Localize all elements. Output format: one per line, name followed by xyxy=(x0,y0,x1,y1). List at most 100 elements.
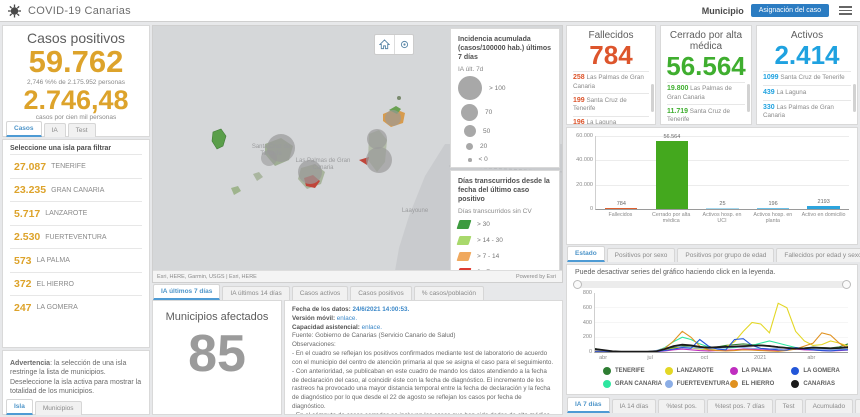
tab-lc-acumulado[interactable]: Acumulado xyxy=(805,399,854,413)
days-swatch-30 xyxy=(457,220,472,229)
incidence-legend-title: Incidencia acumulada (casos/100000 hab.)… xyxy=(458,35,552,62)
days-legend-subtitle: Días transcurridos sin CV xyxy=(458,208,552,215)
affected-municipalities-value: 85 xyxy=(153,323,281,385)
card-scrollbar[interactable] xyxy=(651,84,654,112)
bar-category-label: Fallecidos xyxy=(595,212,646,224)
app-logo-icon xyxy=(8,4,21,18)
tab-estado[interactable]: Estado xyxy=(567,246,605,262)
tab-casos-positivos[interactable]: Casos positivos xyxy=(350,286,412,300)
tab-isla[interactable]: Isla xyxy=(6,399,33,415)
assign-case-button[interactable]: Asignación del caso xyxy=(751,4,829,17)
slider-handle-left[interactable] xyxy=(573,280,582,289)
bar-value-label: 784 xyxy=(596,201,647,207)
incidence-line-chart-panel: Puede desactivar series del gráfico haci… xyxy=(566,264,858,395)
legend-circle-0 xyxy=(468,158,472,162)
powered-by-esri: Powered by Esri xyxy=(516,274,556,280)
legend-el-hierro[interactable]: EL HIERRO xyxy=(730,380,792,388)
legend-circle-70 xyxy=(461,104,478,121)
municipio-label: Municipio xyxy=(702,6,744,16)
line-chart-x-axis: abr jul oct 2021 abr xyxy=(594,355,848,363)
legend-tenerife[interactable]: TENERIFE xyxy=(603,367,665,375)
legend-fuerteventura[interactable]: FUERTEVENTURA xyxy=(665,380,730,388)
tab-ia[interactable]: IA xyxy=(44,123,66,137)
closed-title: Cerrado por alta médica xyxy=(661,30,751,52)
island-row-gran-canaria[interactable]: 23.235GRAN CANARIA xyxy=(10,178,142,202)
days-swatch-14-30 xyxy=(457,236,472,245)
page-title: COVID-19 Canarias xyxy=(28,5,131,17)
tab-fallecidos-edad-sexo[interactable]: Fallecidos por edad y sexo xyxy=(776,248,860,262)
island-row-el-hierro[interactable]: 372EL HIERRO xyxy=(10,272,142,296)
card-scrollbar[interactable] xyxy=(747,84,750,112)
legend-lanzarote[interactable]: LANZAROTE xyxy=(665,367,730,375)
active-item: 439 La Laguna xyxy=(763,85,851,100)
warning-panel: Advertencia: la selección de una isla re… xyxy=(2,350,150,415)
bar-1[interactable]: 56.564 xyxy=(647,136,698,209)
legend-la-palma[interactable]: LA PALMA xyxy=(730,367,792,375)
capacity-link[interactable]: enlace. xyxy=(362,324,382,331)
bar-value-label: 25 xyxy=(697,201,748,207)
menu-icon[interactable] xyxy=(839,6,852,15)
legend-gran-canaria[interactable]: GRAN CANARIA xyxy=(603,380,665,388)
map-locate-button[interactable] xyxy=(394,35,413,54)
legend-circle-50 xyxy=(464,125,476,137)
map-label-laayoune: Laayoune xyxy=(393,208,437,215)
active-card: Activos 2.414 1099 Santa Cruz de Tenerif… xyxy=(756,25,858,125)
island-row-la-palma[interactable]: 573LA PALMA xyxy=(10,248,142,272)
bar-4[interactable]: 2193 xyxy=(798,136,849,209)
data-date-value: 24/6/2021 14:00:53. xyxy=(353,306,410,313)
legend-circle-20 xyxy=(466,143,473,150)
tab-ia-14-dias[interactable]: IA últimos 14 días xyxy=(222,286,289,300)
legend-la-gomera[interactable]: LA GOMERA xyxy=(791,367,853,375)
tab-municipios[interactable]: Municipios xyxy=(35,401,82,415)
island-row-tenerife[interactable]: 27.087TENERIFE xyxy=(10,154,142,178)
line-chart-tabs: IA 7 días IA 14 días %test pos. %test po… xyxy=(567,397,860,413)
line-series-la-gomera xyxy=(595,339,848,352)
island-row-la-gomera[interactable]: 247LA GOMERA xyxy=(10,295,142,319)
tab-ia-7-dias[interactable]: IA últimos 7 días xyxy=(153,284,220,300)
positive-cases-rate: 2.746,48 xyxy=(3,86,149,114)
map-home-button[interactable] xyxy=(375,35,394,54)
tab-test[interactable]: Test xyxy=(68,123,96,137)
tab-lc-ia7[interactable]: IA 7 días xyxy=(567,397,610,413)
map-tabs: IA últimos 7 días IA últimos 14 días Cas… xyxy=(153,284,484,300)
home-icon xyxy=(379,39,390,50)
tab-casos-poblacion[interactable]: % casos/población xyxy=(414,286,484,300)
positive-cases-total: 59.762 xyxy=(3,46,149,79)
tab-lc-testpos[interactable]: %test pos. xyxy=(658,399,704,413)
incidence-legend: Incidencia acumulada (casos/100000 hab.)… xyxy=(450,28,560,168)
deaths-item: 196 La Laguna xyxy=(573,116,649,125)
map-label-gran-canaria: Las Palmas de Gran Canaria xyxy=(295,158,351,171)
time-range-slider[interactable] xyxy=(575,281,849,288)
mobile-version-link[interactable]: enlace. xyxy=(337,315,357,322)
warning-bold: Advertencia xyxy=(10,360,50,367)
info-panel: Fecha de los datos: 24/6/2021 14:00:53. … xyxy=(284,300,563,415)
tab-casos[interactable]: Casos xyxy=(6,121,42,137)
tab-lc-testpos7[interactable]: %test pos. 7 días xyxy=(707,399,773,413)
tab-positivos-sexo[interactable]: Positivos por sexo xyxy=(607,248,676,262)
slider-handle-right[interactable] xyxy=(842,280,851,289)
bar-category-label: Activo en domicilio xyxy=(798,212,849,224)
bar-2[interactable]: 25 xyxy=(697,136,748,209)
tab-lc-diario[interactable]: Diario xyxy=(855,399,860,413)
bar-chart-tabs: Estado Positivos por sexo Positivos por … xyxy=(567,246,860,262)
tab-positivos-edad[interactable]: Positivos por grupo de edad xyxy=(677,248,774,262)
map-attribution: Esri, HERE, Garmin, USGS | Esri, HERE Po… xyxy=(153,270,562,282)
card-scrollbar[interactable] xyxy=(853,84,856,112)
island-row-lanzarote[interactable]: 5.717LANZAROTE xyxy=(10,201,142,225)
bar-0[interactable]: 784 xyxy=(596,136,647,209)
status-bar-chart: 60.000 40.000 20.000 0 78456.56425196219… xyxy=(595,136,849,210)
island-row-fuerteventura[interactable]: 2.530FUERTEVENTURA xyxy=(10,225,142,249)
bar-value-label: 196 xyxy=(748,201,799,207)
legend-circle-100 xyxy=(458,76,482,100)
tab-casos-activos[interactable]: Casos activos xyxy=(292,286,348,300)
bar-category-label: Activos hosp. en planta xyxy=(747,212,798,224)
incidence-legend-subtitle: IA últ. 7d xyxy=(458,66,552,73)
map[interactable]: Santa Cruz de Tenerife Las Palmas de Gra… xyxy=(152,25,563,283)
bar-3[interactable]: 196 xyxy=(748,136,799,209)
legend-canarias[interactable]: CANARIAS xyxy=(791,380,853,388)
island-filter-prompt: Seleccione una isla para filtrar xyxy=(10,145,142,152)
source-line: Fuente: Gobierno de Canarias (Servicio C… xyxy=(292,332,555,341)
tab-lc-ia14[interactable]: IA 14 días xyxy=(612,399,657,413)
tab-lc-test[interactable]: Test xyxy=(775,399,803,413)
bar-value-label: 2193 xyxy=(798,199,849,205)
